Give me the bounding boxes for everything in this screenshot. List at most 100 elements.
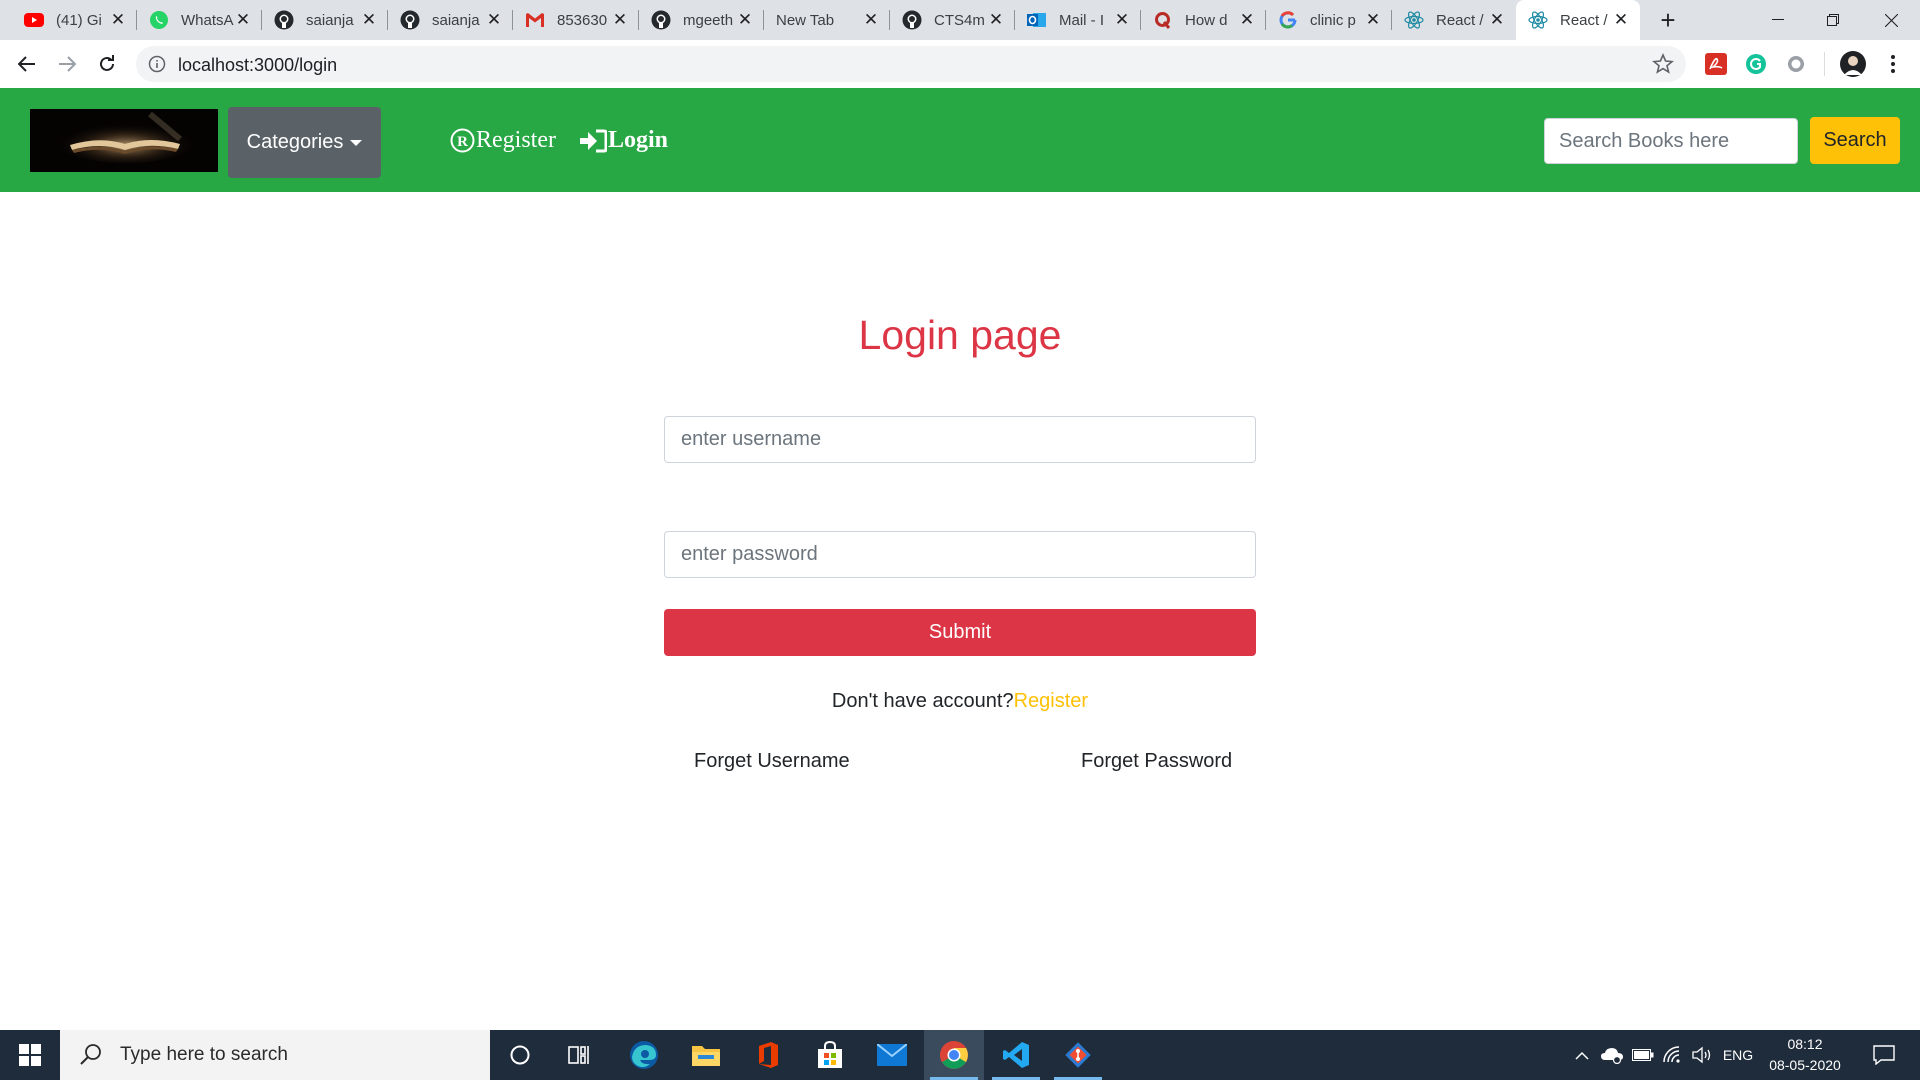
tab-title: React / xyxy=(1560,11,1608,29)
browser-tab[interactable]: Mail - I ✕ xyxy=(1015,0,1141,40)
browser-tab[interactable]: React / ✕ xyxy=(1392,0,1516,40)
file-explorer-icon[interactable] xyxy=(676,1030,736,1080)
tab-close-icon[interactable]: ✕ xyxy=(862,10,880,29)
task-view-icon[interactable] xyxy=(550,1030,610,1080)
categories-label: Categories xyxy=(246,131,344,153)
outlook-icon xyxy=(1027,10,1047,30)
forget-username-link[interactable]: Forget Username xyxy=(694,750,850,773)
submit-button[interactable]: Submit xyxy=(664,609,1256,656)
search-button[interactable]: Search xyxy=(1810,117,1900,164)
google-icon xyxy=(1278,10,1298,30)
registered-icon: R xyxy=(450,128,475,153)
browser-tab[interactable]: clinic p ✕ xyxy=(1266,0,1392,40)
password-field[interactable] xyxy=(664,531,1256,578)
tab-title: New Tab xyxy=(776,11,835,29)
onedrive-icon[interactable] xyxy=(1598,1030,1626,1080)
notification-center-icon[interactable] xyxy=(1864,1030,1904,1080)
tab-title: saianja xyxy=(306,11,354,29)
tab-close-icon[interactable]: ✕ xyxy=(1113,10,1131,29)
youtube-icon xyxy=(24,10,44,30)
extension-adobe-icon[interactable] xyxy=(1705,53,1727,75)
categories-dropdown-button[interactable]: Categories xyxy=(228,107,381,178)
chrome-icon[interactable] xyxy=(924,1030,984,1080)
store-icon[interactable] xyxy=(800,1030,860,1080)
tab-title: saianja xyxy=(432,11,480,29)
tab-title: mgeeth xyxy=(683,11,734,29)
tab-close-icon[interactable]: ✕ xyxy=(1238,10,1256,29)
restore-icon[interactable] xyxy=(1806,0,1860,40)
tab-close-icon[interactable]: ✕ xyxy=(360,10,378,29)
taskbar-search-box[interactable]: Type here to search xyxy=(60,1030,490,1080)
nav-login-link[interactable]: Login xyxy=(579,127,668,154)
cortana-icon[interactable] xyxy=(490,1030,550,1080)
forget-password-link[interactable]: Forget Password xyxy=(1081,750,1232,773)
whatsapp-icon xyxy=(149,10,169,30)
forward-icon[interactable] xyxy=(52,49,82,79)
edge-icon[interactable] xyxy=(614,1030,674,1080)
tab-close-icon[interactable]: ✕ xyxy=(1612,10,1630,29)
battery-icon[interactable] xyxy=(1630,1030,1656,1080)
browser-tab-active[interactable]: React / ✕ xyxy=(1516,0,1640,40)
mail-icon[interactable] xyxy=(862,1030,922,1080)
tab-close-icon[interactable]: ✕ xyxy=(736,10,754,29)
site-info-icon[interactable] xyxy=(148,55,166,73)
browser-tab[interactable]: CTS4m ✕ xyxy=(890,0,1015,40)
browser-tab[interactable]: (41) Gi ✕ xyxy=(12,0,137,40)
browser-tab[interactable]: 853630 ✕ xyxy=(513,0,639,40)
new-tab-icon[interactable]: + xyxy=(1652,7,1684,34)
browser-tab[interactable]: saianja ✕ xyxy=(262,0,388,40)
nav-register-label: Register xyxy=(476,127,556,153)
username-field[interactable] xyxy=(664,416,1256,463)
bookmark-star-icon[interactable] xyxy=(1652,52,1674,75)
wifi-icon[interactable] xyxy=(1660,1030,1686,1080)
show-hidden-icons-chevron-icon[interactable] xyxy=(1570,1030,1594,1080)
tab-close-icon[interactable]: ✕ xyxy=(234,10,252,29)
browser-tab[interactable]: saianja ✕ xyxy=(388,0,513,40)
vscode-icon[interactable] xyxy=(986,1030,1046,1080)
browser-tab[interactable]: WhatsA ✕ xyxy=(137,0,262,40)
back-icon[interactable] xyxy=(12,49,42,79)
github-icon xyxy=(902,10,922,30)
tab-close-icon[interactable]: ✕ xyxy=(109,10,127,29)
grammarly-icon[interactable] xyxy=(1745,53,1767,75)
book-logo-image xyxy=(30,109,218,172)
browser-toolbar: localhost:3000/login xyxy=(0,40,1920,89)
github-icon xyxy=(400,10,420,30)
extension-circle-icon[interactable] xyxy=(1785,53,1807,75)
url-text[interactable]: localhost:3000/login xyxy=(178,55,337,76)
avatar[interactable] xyxy=(1840,51,1866,77)
windows-taskbar: Type here to search ENG 08:12 08-05-2020 xyxy=(0,1030,1920,1080)
register-link[interactable]: Register xyxy=(1014,690,1088,712)
gmail-icon xyxy=(525,10,545,30)
browser-tab[interactable]: How d ✕ xyxy=(1141,0,1266,40)
tab-close-icon[interactable]: ✕ xyxy=(987,10,1005,29)
office-icon[interactable] xyxy=(738,1030,798,1080)
tab-title: clinic p xyxy=(1310,11,1356,29)
tab-close-icon[interactable]: ✕ xyxy=(1364,10,1382,29)
brand-logo[interactable] xyxy=(30,109,218,172)
sign-in-icon xyxy=(579,129,607,153)
tab-title: CTS4m xyxy=(934,11,985,29)
git-icon[interactable] xyxy=(1048,1030,1108,1080)
tab-close-icon[interactable]: ✕ xyxy=(611,10,629,29)
tab-close-icon[interactable]: ✕ xyxy=(1488,10,1506,29)
reload-icon[interactable] xyxy=(92,49,122,79)
clock-date: 08-05-2020 xyxy=(1769,1057,1841,1073)
browser-tab[interactable]: mgeeth ✕ xyxy=(639,0,764,40)
chrome-menu-icon[interactable] xyxy=(1882,53,1904,75)
toolbar-divider xyxy=(1824,52,1825,76)
minimize-icon[interactable] xyxy=(1751,0,1805,40)
search-books-input[interactable] xyxy=(1544,118,1798,164)
close-window-icon[interactable] xyxy=(1864,0,1918,40)
address-bar[interactable]: localhost:3000/login xyxy=(136,46,1686,82)
github-icon xyxy=(274,10,294,30)
tab-title: WhatsA xyxy=(181,11,234,29)
taskbar-clock[interactable]: 08:12 08-05-2020 xyxy=(1760,1034,1850,1076)
language-indicator[interactable]: ENG xyxy=(1718,1030,1758,1080)
nav-register-link[interactable]: R Register xyxy=(450,127,556,154)
tab-close-icon[interactable]: ✕ xyxy=(485,10,503,29)
windows-start-icon[interactable] xyxy=(0,1030,60,1080)
page-title: Login page xyxy=(858,312,1062,358)
volume-icon[interactable] xyxy=(1690,1030,1716,1080)
browser-tab[interactable]: New Tab ✕ xyxy=(764,0,890,40)
